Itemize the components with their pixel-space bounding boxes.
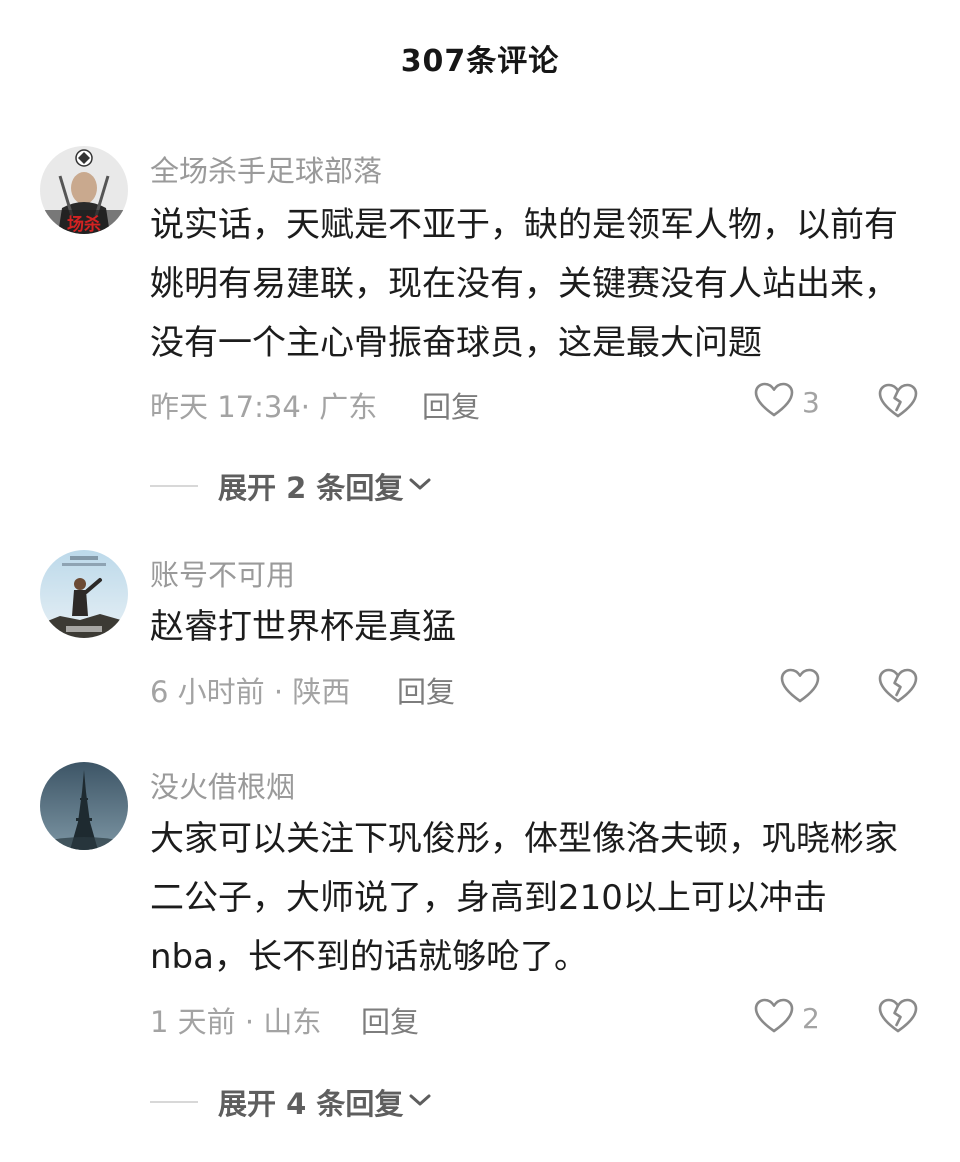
like-count: 3	[802, 385, 820, 419]
divider-line	[150, 485, 198, 487]
dislike-button[interactable]	[878, 997, 918, 1037]
dislike-button[interactable]	[878, 667, 918, 707]
broken-heart-icon	[878, 998, 918, 1039]
heart-outline-icon	[754, 382, 794, 422]
comment-username[interactable]: 全场杀手足球部落	[150, 148, 382, 190]
chevron-down-icon	[407, 1091, 433, 1113]
comments-title: 307条评论	[400, 44, 560, 79]
reply-button[interactable]: 回复	[361, 999, 419, 1041]
reply-button[interactable]: 回复	[422, 384, 480, 426]
comment-text: 大家可以关注下巩俊彤，体型像洛夫顿，巩晓彬家二公子，大师说了，身高到210以上可…	[150, 819, 898, 977]
chevron-down-icon	[407, 475, 433, 497]
divider-line	[150, 1101, 198, 1103]
dislike-button[interactable]	[878, 382, 918, 422]
avatar[interactable]	[40, 762, 128, 850]
like-button[interactable]	[780, 668, 820, 708]
broken-heart-icon	[878, 383, 918, 424]
heart-outline-icon	[780, 668, 820, 708]
expand-replies-button[interactable]: 展开 4 条回复	[150, 1082, 433, 1122]
expand-replies-label: 展开 2 条回复	[218, 471, 404, 505]
comment-meta: 6 小时前 · 陕西	[150, 675, 351, 709]
avatar[interactable]: 场杀	[40, 146, 128, 234]
comment-meta: 1 天前 · 山东	[150, 1005, 322, 1039]
like-button[interactable]: 2	[754, 998, 820, 1038]
comment-username[interactable]: 没火借根烟	[150, 764, 295, 806]
heart-outline-icon	[754, 998, 794, 1038]
expand-replies-label: 展开 4 条回复	[218, 1087, 404, 1121]
like-button[interactable]: 3	[754, 382, 820, 422]
avatar[interactable]	[40, 550, 128, 638]
comment-text: 说实话，天赋是不亚于，缺的是领军人物，以前有姚明有易建联，现在没有，关键赛没有人…	[150, 205, 898, 363]
broken-heart-icon	[878, 668, 918, 709]
comment-text: 赵睿打世界杯是真猛	[150, 607, 456, 647]
svg-text:场杀: 场杀	[67, 214, 101, 234]
comment-meta: 昨天 17:34· 广东	[150, 390, 378, 424]
like-count: 2	[802, 1001, 820, 1035]
reply-button[interactable]: 回复	[397, 669, 455, 711]
comment-username[interactable]: 账号不可用	[150, 552, 295, 594]
expand-replies-button[interactable]: 展开 2 条回复	[150, 466, 433, 506]
